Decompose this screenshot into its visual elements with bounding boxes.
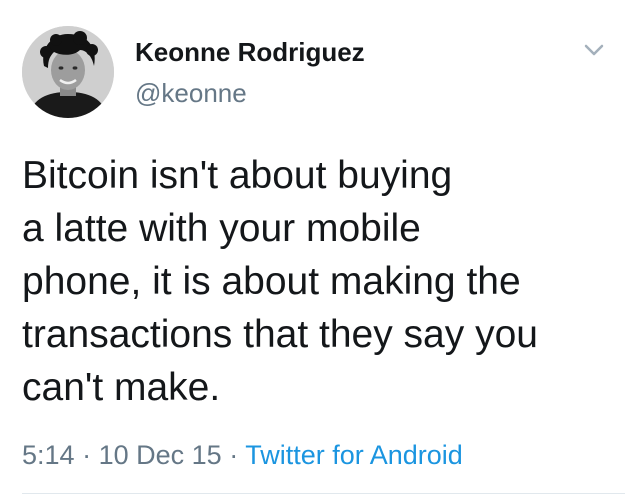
chevron-down-icon[interactable] (580, 38, 608, 62)
tweet-date: 10 Dec 15 (98, 440, 222, 470)
avatar[interactable] (22, 26, 114, 118)
author-handle[interactable]: @keonne (135, 77, 247, 109)
divider (22, 493, 625, 494)
meta-separator: · (229, 440, 239, 470)
tweet-text-line: transactions that they say you (22, 313, 538, 356)
author-display-name[interactable]: Keonne Rodriguez (135, 36, 365, 68)
tweet-text-line: a latte with your mobile (22, 207, 421, 250)
tweet-card: Keonne Rodriguez @keonne Bitcoin isn't a… (0, 0, 625, 496)
tweet-time: 5:14 (22, 440, 75, 470)
tweet-text-line: phone, it is about making the (22, 260, 521, 303)
meta-separator: · (82, 440, 92, 470)
tweet-text-line: can't make. (22, 366, 221, 409)
tweet-text: Bitcoin isn't about buying a latte with … (22, 149, 617, 414)
tweet-meta: 5:14 · 10 Dec 15 · Twitter for Android (22, 438, 463, 472)
tweet-source-link[interactable]: Twitter for Android (245, 440, 463, 470)
tweet-text-line: Bitcoin isn't about buying (22, 154, 453, 197)
user-avatar-icon (22, 26, 114, 118)
